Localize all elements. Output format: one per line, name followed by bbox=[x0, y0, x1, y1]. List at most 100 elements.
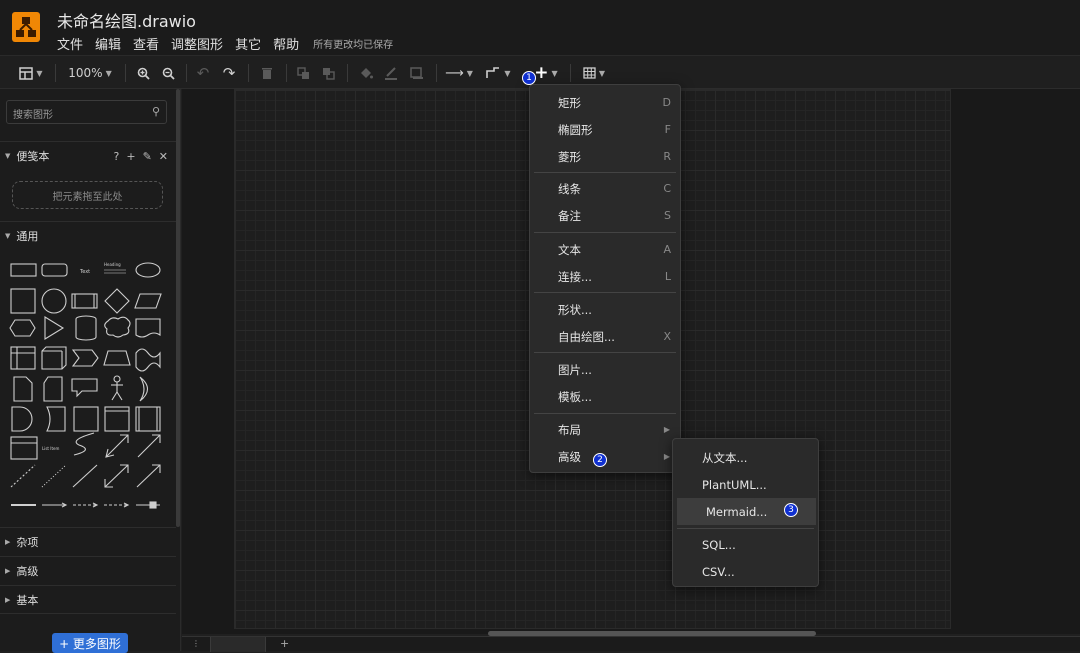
add-icon[interactable]: + bbox=[126, 150, 135, 163]
connection-style-dropdown[interactable]: ⟶ ▼ bbox=[443, 56, 475, 90]
menu-file[interactable]: 文件 bbox=[57, 34, 83, 53]
menu-separator bbox=[534, 232, 676, 233]
menu-item-label: 从文本... bbox=[702, 450, 748, 465]
menu-item-label: 高级 bbox=[558, 449, 581, 464]
menu-item-link[interactable]: 连接... L bbox=[530, 263, 680, 290]
zoom-in-icon bbox=[137, 67, 150, 80]
menu-item-label: 线条 bbox=[558, 181, 581, 196]
zoom-out-button[interactable] bbox=[158, 56, 178, 90]
menu-item-freehand[interactable]: 自由绘图... X bbox=[530, 323, 680, 350]
scratchpad-header[interactable]: ▼ 便笺本 ? + ✎ ✕ bbox=[0, 141, 176, 170]
shapes-sidebar: 搜索图形 ⚲ ▼ 便笺本 ? + ✎ ✕ 把元素拖至此处 ▼ 通用 Text H… bbox=[0, 89, 181, 653]
chevron-right-icon: ▶ bbox=[5, 538, 11, 546]
line-color-icon bbox=[385, 67, 397, 80]
fill-color-button[interactable] bbox=[356, 56, 376, 90]
format-panel-button[interactable]: ▼ bbox=[14, 56, 48, 90]
title-bar: 未命名绘图.drawio 文件 编辑 查看 调整图形 其它 帮助 所有更改均已保… bbox=[0, 0, 1080, 55]
chevron-down-icon: ▼ bbox=[105, 68, 112, 78]
undo-button[interactable]: ↶ bbox=[193, 56, 213, 90]
close-icon[interactable]: ✕ bbox=[159, 150, 168, 163]
drawio-logo bbox=[12, 12, 40, 42]
general-shapes-grid[interactable]: Text Heading List Item bbox=[0, 255, 176, 517]
menu-item-label: 布局 bbox=[558, 422, 581, 437]
menu-item-label: 形状... bbox=[558, 302, 592, 317]
shape-search-input[interactable]: 搜索图形 ⚲ bbox=[6, 100, 167, 124]
menu-item-rhombus[interactable]: 菱形 R bbox=[530, 143, 680, 170]
submenu-item-sql[interactable]: SQL... bbox=[673, 531, 818, 558]
section-label-misc: 杂项 bbox=[16, 536, 39, 549]
delete-button[interactable] bbox=[257, 56, 277, 90]
zoom-in-button[interactable] bbox=[133, 56, 153, 90]
submenu-item-plantuml[interactable]: PlantUML... bbox=[673, 471, 818, 498]
page-tabs-bar: ⋮ + bbox=[182, 636, 1080, 652]
menu-item-label: 矩形 bbox=[558, 95, 581, 110]
submenu-item-from-text[interactable]: 从文本... bbox=[673, 444, 818, 471]
menu-separator bbox=[534, 292, 676, 293]
add-page-icon[interactable]: + bbox=[280, 637, 289, 650]
menu-item-text[interactable]: 文本 A bbox=[530, 236, 680, 263]
insert-plus-icon: + bbox=[534, 63, 549, 83]
advanced-header[interactable]: ▶ 高级 bbox=[0, 556, 176, 585]
menu-item-shapes[interactable]: 形状... bbox=[530, 296, 680, 323]
menu-extras[interactable]: 其它 bbox=[235, 34, 261, 53]
chevron-right-icon: ▶ bbox=[663, 425, 670, 434]
menu-help[interactable]: 帮助 bbox=[273, 34, 299, 53]
pages-menu-icon[interactable]: ⋮ bbox=[192, 639, 200, 648]
section-label-advanced: 高级 bbox=[16, 565, 39, 578]
menu-item-label: 连接... bbox=[558, 269, 592, 284]
menu-shortcut: R bbox=[663, 150, 671, 163]
submenu-item-csv[interactable]: CSV... bbox=[673, 558, 818, 585]
shadow-button[interactable] bbox=[407, 56, 427, 90]
document-title[interactable]: 未命名绘图.drawio bbox=[57, 8, 196, 32]
chevron-down-icon: ▼ bbox=[5, 232, 11, 240]
waypoints-icon bbox=[486, 67, 500, 78]
menu-shortcut: C bbox=[663, 182, 671, 195]
redo-button[interactable]: ↷ bbox=[219, 56, 239, 90]
general-title: 通用 bbox=[16, 230, 39, 243]
table-icon bbox=[583, 67, 596, 79]
chevron-right-icon: ▶ bbox=[5, 567, 11, 575]
to-back-button[interactable] bbox=[318, 56, 338, 90]
menu-separator bbox=[534, 413, 676, 414]
menu-item-line[interactable]: 线条 C bbox=[530, 175, 680, 202]
menu-item-image[interactable]: 图片... bbox=[530, 356, 680, 383]
menu-item-label: CSV... bbox=[702, 564, 735, 579]
format-panel-icon bbox=[19, 66, 34, 80]
chevron-down-icon: ▼ bbox=[5, 152, 11, 160]
to-front-button[interactable] bbox=[293, 56, 313, 90]
delete-icon bbox=[262, 67, 272, 79]
edit-icon[interactable]: ✎ bbox=[143, 150, 152, 163]
svg-text:Heading: Heading bbox=[104, 262, 121, 267]
chevron-down-icon: ▼ bbox=[36, 68, 43, 78]
line-color-button[interactable] bbox=[381, 56, 401, 90]
basic-header[interactable]: ▶ 基本 bbox=[0, 585, 176, 614]
menu-item-label: 备注 bbox=[558, 208, 581, 223]
to-front-icon bbox=[296, 66, 309, 79]
search-icon[interactable]: ⚲ bbox=[152, 105, 160, 118]
menu-item-ellipse[interactable]: 椭圆形 F bbox=[530, 116, 680, 143]
menu-shortcut: F bbox=[664, 123, 671, 136]
more-shapes-button[interactable]: + 更多图形 bbox=[52, 633, 128, 653]
misc-header[interactable]: ▶ 杂项 bbox=[0, 527, 176, 556]
page-tab[interactable] bbox=[210, 637, 266, 652]
menu-item-label: 椭圆形 bbox=[558, 122, 593, 137]
help-icon[interactable]: ? bbox=[114, 150, 120, 163]
scratchpad-dropzone[interactable]: 把元素拖至此处 bbox=[12, 181, 163, 209]
menu-shortcut: D bbox=[662, 96, 671, 109]
zoom-dropdown[interactable]: 100% ▼ bbox=[62, 56, 118, 90]
fill-color-icon bbox=[361, 68, 373, 79]
menu-item-note[interactable]: 备注 S bbox=[530, 202, 680, 229]
menu-arrange[interactable]: 调整图形 bbox=[171, 34, 223, 53]
menu-item-layout[interactable]: 布局 ▶ bbox=[530, 416, 680, 443]
menu-item-label: 菱形 bbox=[558, 149, 581, 164]
menu-item-template[interactable]: 模板... bbox=[530, 383, 680, 410]
sidebar-scrollbar[interactable] bbox=[176, 89, 180, 527]
menu-item-rectangle[interactable]: 矩形 D bbox=[530, 89, 680, 116]
menu-edit[interactable]: 编辑 bbox=[95, 34, 121, 53]
waypoints-dropdown[interactable]: ▼ bbox=[482, 56, 514, 90]
general-header[interactable]: ▼ 通用 bbox=[0, 221, 176, 250]
connection-icon: ⟶ bbox=[445, 65, 464, 81]
svg-text:Text: Text bbox=[79, 269, 90, 275]
menu-view[interactable]: 查看 bbox=[133, 34, 159, 53]
insert-menu: 矩形 D 椭圆形 F 菱形 R 线条 C 备注 S 文本 A 连接... L 形状... 自由… bbox=[529, 84, 681, 473]
